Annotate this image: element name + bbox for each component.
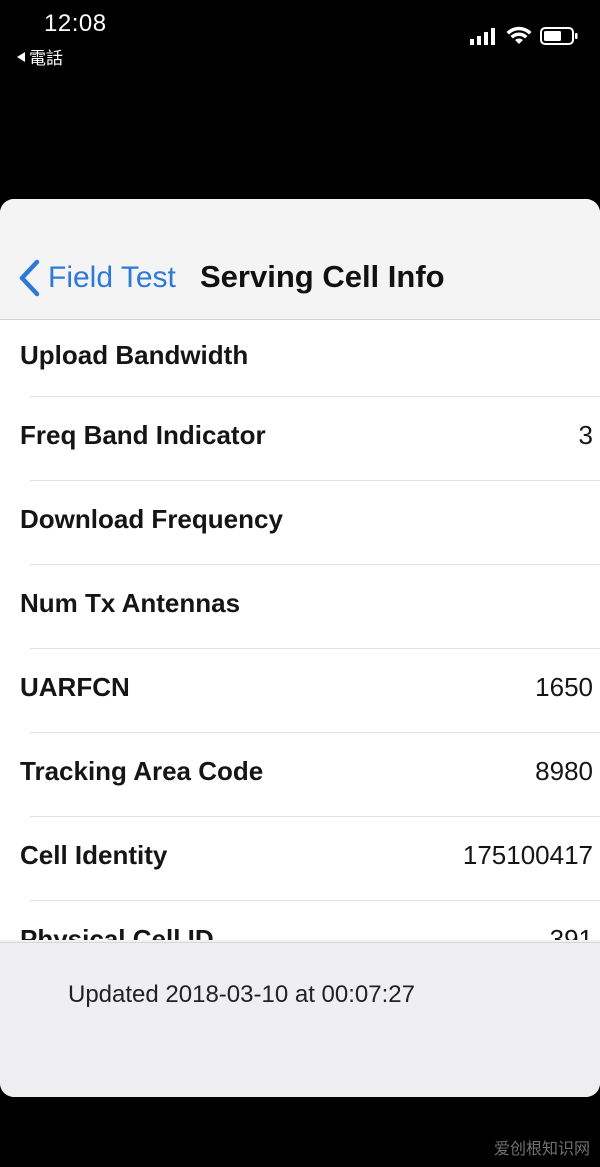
navigation-bar: Field Test Serving Cell Info: [0, 199, 600, 320]
list-item: Num Tx Antennas: [0, 565, 600, 649]
page-title: Serving Cell Info: [200, 259, 445, 294]
row-label: Upload Bandwidth: [20, 340, 249, 370]
row-value: 1650: [535, 672, 593, 702]
battery-icon: [540, 26, 578, 45]
row-label: Num Tx Antennas: [20, 588, 241, 618]
list-item: Freq Band Indicator 3: [0, 397, 600, 481]
row-value: 3: [578, 420, 593, 450]
list-item: Upload Bandwidth: [0, 320, 600, 397]
back-button[interactable]: Field Test: [18, 259, 176, 297]
list-item: UARFCN 1650: [0, 649, 600, 733]
footer-toolbar: Updated 2018-03-10 at 00:07:27: [0, 942, 600, 1097]
row-value: 8980: [535, 756, 593, 786]
chevron-left-icon: [19, 259, 40, 297]
back-triangle-icon: [17, 51, 25, 62]
row-label: Cell Identity: [20, 840, 168, 870]
row-label: Freq Band Indicator: [20, 420, 266, 450]
row-label: Physical Cell ID: [20, 924, 214, 940]
cell-info-list: Upload Bandwidth Freq Band Indicator 3 D…: [0, 320, 600, 940]
back-app-label: 電話: [29, 49, 63, 69]
modal-sheet: Field Test Serving Cell Info Upload Band…: [0, 199, 600, 1097]
list-item: Cell Identity 175100417: [0, 817, 600, 901]
row-label: Download Frequency: [20, 504, 283, 534]
back-to-app-link[interactable]: 電話: [17, 44, 63, 69]
list-item: Tracking Area Code 8980: [0, 733, 600, 817]
row-label: Tracking Area Code: [20, 756, 264, 786]
watermark: 爱创根知识网: [493, 1141, 590, 1158]
signal-icon: [470, 27, 495, 45]
row-label: UARFCN: [20, 672, 130, 702]
status-time: 12:08: [44, 10, 107, 37]
back-button-label: Field Test: [48, 261, 176, 294]
wifi-icon: [506, 26, 532, 44]
row-value: 391: [549, 924, 593, 940]
status-icons: [470, 26, 578, 45]
row-value: 175100417: [462, 840, 593, 870]
status-bar: 12:08 電話: [0, 0, 600, 80]
updated-timestamp: Updated 2018-03-10 at 00:07:27: [68, 981, 415, 1008]
list-item: Physical Cell ID 391: [0, 901, 600, 940]
list-item: Download Frequency: [0, 481, 600, 565]
